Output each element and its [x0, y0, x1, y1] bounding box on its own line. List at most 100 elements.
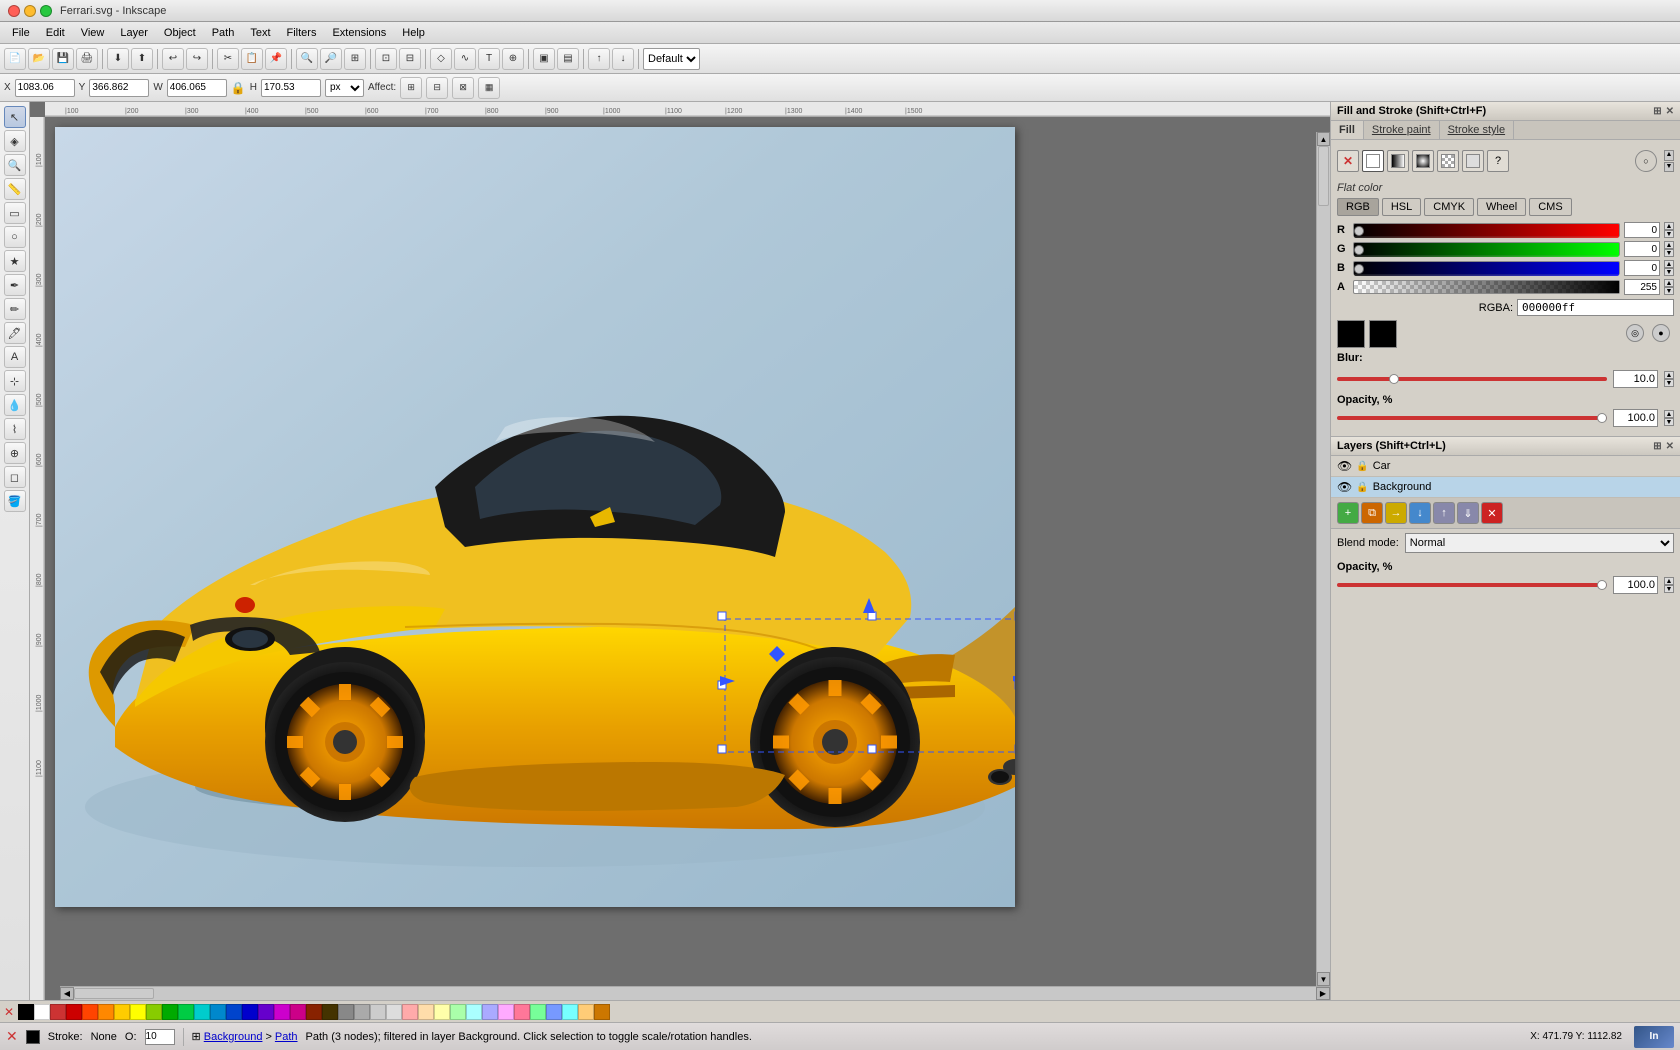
palette-color-gray-lightest[interactable]: [386, 1004, 402, 1020]
car-lock-icon[interactable]: 🔒: [1356, 461, 1368, 472]
layer-opacity-slider[interactable]: [1337, 583, 1607, 587]
menu-filters[interactable]: Filters: [279, 25, 325, 41]
zoom-fit-button[interactable]: ⊞: [344, 48, 366, 70]
palette-color-lime[interactable]: [146, 1004, 162, 1020]
add-layer-btn[interactable]: +: [1337, 502, 1359, 524]
zoom-tool[interactable]: 🔍: [4, 154, 26, 176]
menu-text[interactable]: Text: [242, 25, 278, 41]
print-button[interactable]: 🖨: [76, 48, 98, 70]
no-fill-icon[interactable]: ✕: [6, 1028, 18, 1045]
rect-tool[interactable]: ▭: [4, 202, 26, 224]
save-button[interactable]: 💾: [52, 48, 74, 70]
g-up[interactable]: ▲: [1664, 241, 1674, 249]
blur-slider[interactable]: [1337, 377, 1607, 381]
dropper-tool[interactable]: 💧: [4, 394, 26, 416]
affect-sel-btn[interactable]: ⊟: [426, 77, 448, 99]
palette-color-aqua[interactable]: [562, 1004, 578, 1020]
r-down[interactable]: ▼: [1664, 230, 1674, 238]
b-down[interactable]: ▼: [1664, 268, 1674, 276]
rgba-input[interactable]: 000000ff: [1517, 299, 1674, 316]
linear-grad-btn[interactable]: [1387, 150, 1409, 172]
palette-color-cyan-light[interactable]: [466, 1004, 482, 1020]
cut-button[interactable]: ✂: [217, 48, 239, 70]
menu-path[interactable]: Path: [204, 25, 243, 41]
palette-color-red2[interactable]: [66, 1004, 82, 1020]
lower-layer-btn[interactable]: ↓: [1409, 502, 1431, 524]
breadcrumb-background[interactable]: Background: [204, 1031, 263, 1043]
b-input[interactable]: 0: [1624, 260, 1660, 276]
palette-color-orange[interactable]: [98, 1004, 114, 1020]
import-button[interactable]: ⬇: [107, 48, 129, 70]
menu-help[interactable]: Help: [394, 25, 433, 41]
layer-row-car[interactable]: 👁 🔒 Car: [1331, 456, 1680, 477]
text-tool-btn[interactable]: T: [478, 48, 500, 70]
palette-color-cyan[interactable]: [194, 1004, 210, 1020]
h-input[interactable]: [261, 79, 321, 97]
zoom-in-button[interactable]: 🔍: [296, 48, 318, 70]
paint-bucket-tool[interactable]: 🪣: [4, 490, 26, 512]
no-color-btn[interactable]: ✕: [0, 1005, 18, 1019]
y-input[interactable]: [89, 79, 149, 97]
tab-wheel[interactable]: Wheel: [1477, 198, 1526, 216]
layer-opacity-input[interactable]: 100.0: [1613, 576, 1658, 594]
group-button[interactable]: ▣: [533, 48, 555, 70]
tab-stroke-paint[interactable]: Stroke paint: [1364, 121, 1440, 139]
opacity-down[interactable]: ▼: [1664, 418, 1674, 426]
palette-color-blue-light[interactable]: [210, 1004, 226, 1020]
color-preview-button[interactable]: ○: [1635, 150, 1657, 172]
eraser-tool[interactable]: ◻: [4, 466, 26, 488]
a-up[interactable]: ▲: [1664, 279, 1674, 287]
close-button[interactable]: [8, 5, 20, 17]
menu-file[interactable]: File: [4, 25, 38, 41]
tab-fill[interactable]: Fill: [1331, 121, 1364, 139]
car-visibility-icon[interactable]: 👁: [1337, 459, 1352, 473]
no-paint-btn[interactable]: ✕: [1337, 150, 1359, 172]
affect-geo-btn[interactable]: ⊠: [452, 77, 474, 99]
layer-row-background[interactable]: 👁 🔒 Background: [1331, 477, 1680, 498]
undo-button[interactable]: ↩: [162, 48, 184, 70]
r-input[interactable]: 0: [1624, 222, 1660, 238]
palette-color-gold[interactable]: [578, 1004, 594, 1020]
x-input[interactable]: [15, 79, 75, 97]
palette-color-green[interactable]: [162, 1004, 178, 1020]
palette-color-green2[interactable]: [178, 1004, 194, 1020]
palette-color-blue[interactable]: [226, 1004, 242, 1020]
raise-button[interactable]: ↑: [588, 48, 610, 70]
menu-view[interactable]: View: [73, 25, 113, 41]
eyedropper-original[interactable]: ●: [1652, 324, 1670, 342]
palette-color-purple[interactable]: [258, 1004, 274, 1020]
dropper-btn[interactable]: ⊕: [502, 48, 524, 70]
g-input[interactable]: 0: [1624, 241, 1660, 257]
pattern-btn[interactable]: [1437, 150, 1459, 172]
layers-header[interactable]: Layers (Shift+Ctrl+L) ⊞ ✕: [1331, 437, 1680, 456]
menu-edit[interactable]: Edit: [38, 25, 73, 41]
open-button[interactable]: 📂: [28, 48, 50, 70]
b-up[interactable]: ▲: [1664, 260, 1674, 268]
blur-up[interactable]: ▲: [1664, 371, 1674, 379]
canvas-area[interactable]: |100 |200 |300 |400 |500 |600 |700 |800 …: [30, 102, 1330, 1000]
tab-stroke-style[interactable]: Stroke style: [1440, 121, 1514, 139]
spray-tool[interactable]: ⊕: [4, 442, 26, 464]
o-input[interactable]: [145, 1029, 175, 1045]
palette-color-magenta[interactable]: [274, 1004, 290, 1020]
horizontal-scrollbar[interactable]: ◀ ▶: [60, 986, 1330, 1000]
align-button[interactable]: ⊟: [399, 48, 421, 70]
redo-button[interactable]: ↪: [186, 48, 208, 70]
palette-color-pink[interactable]: [290, 1004, 306, 1020]
opacity-slider[interactable]: [1337, 416, 1607, 420]
color-up[interactable]: ▲: [1664, 150, 1674, 161]
calligraphy-tool[interactable]: 🖊: [4, 322, 26, 344]
unknown-paint-btn[interactable]: ?: [1487, 150, 1509, 172]
unit-select[interactable]: pxmmin: [325, 79, 364, 97]
tab-rgb[interactable]: RGB: [1337, 198, 1379, 216]
palette-color-yellow[interactable]: [114, 1004, 130, 1020]
palette-color-black[interactable]: [18, 1004, 34, 1020]
b-slider[interactable]: [1354, 262, 1619, 276]
palette-color-periwinkle[interactable]: [546, 1004, 562, 1020]
palette-color-white[interactable]: [34, 1004, 50, 1020]
new-button[interactable]: 📄: [4, 48, 26, 70]
palette-color-gray-light[interactable]: [354, 1004, 370, 1020]
node-button[interactable]: ◇: [430, 48, 452, 70]
palette-color-gray-lighter[interactable]: [370, 1004, 386, 1020]
bg-visibility-icon[interactable]: 👁: [1337, 480, 1352, 494]
